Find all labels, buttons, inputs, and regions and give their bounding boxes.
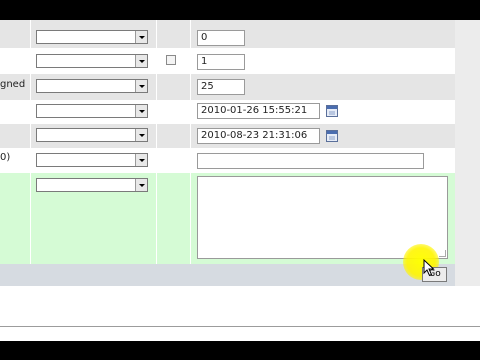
chevron-down-icon[interactable] — [135, 55, 147, 67]
video-letterbox-top — [0, 0, 480, 20]
submit-row — [0, 264, 455, 286]
function-select[interactable] — [36, 30, 148, 44]
function-select[interactable] — [36, 178, 148, 192]
datetime-field[interactable]: 2010-08-23 21:31:06 — [197, 128, 320, 144]
function-select[interactable] — [36, 54, 148, 68]
chevron-down-icon[interactable] — [135, 80, 147, 92]
chevron-down-icon[interactable] — [135, 129, 147, 141]
chevron-down-icon[interactable] — [135, 105, 147, 117]
value-field[interactable]: 0 — [197, 30, 245, 46]
field-name-label: 0) — [0, 152, 11, 163]
calendar-icon[interactable] — [326, 130, 338, 142]
column-separator — [30, 20, 31, 264]
mouse-pointer-icon — [423, 259, 435, 277]
chevron-down-icon[interactable] — [135, 31, 147, 43]
value-field[interactable]: 1 — [197, 54, 245, 70]
divider — [0, 326, 480, 327]
calendar-icon[interactable] — [326, 105, 338, 117]
function-select[interactable] — [36, 128, 148, 142]
video-letterbox-bottom — [0, 341, 480, 360]
value-field[interactable] — [197, 153, 424, 169]
column-separator — [190, 20, 191, 264]
chevron-down-icon[interactable] — [135, 154, 147, 166]
field-name-label: gned — [0, 79, 26, 90]
chevron-down-icon[interactable] — [135, 179, 147, 191]
resize-handle[interactable] — [439, 250, 446, 257]
datetime-field[interactable]: 2010-01-26 15:55:21 — [197, 103, 320, 119]
function-select[interactable] — [36, 104, 148, 118]
column-separator — [156, 20, 157, 264]
null-checkbox[interactable] — [166, 55, 176, 65]
function-select[interactable] — [36, 153, 148, 167]
function-select[interactable] — [36, 79, 148, 93]
value-field[interactable]: 25 — [197, 79, 245, 95]
table-right-margin — [455, 20, 480, 286]
